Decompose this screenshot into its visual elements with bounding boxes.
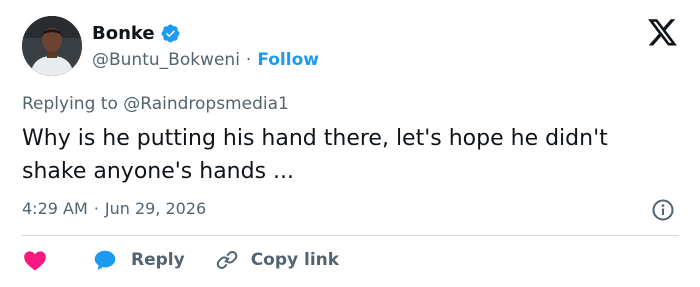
author-handle-row: @Buntu_Bokweni · Follow (92, 49, 319, 71)
tweet-time[interactable]: 4:29 AM (22, 199, 88, 218)
reply-button[interactable]: Reply (92, 247, 185, 273)
x-logo-icon[interactable] (648, 19, 678, 47)
heart-icon (24, 251, 46, 271)
reply-bubble-icon (94, 250, 116, 271)
like-button[interactable] (22, 247, 48, 273)
author-handle[interactable]: @Buntu_Bokweni (92, 50, 240, 70)
avatar[interactable] (22, 16, 82, 76)
link-icon (216, 251, 237, 269)
verified-badge-icon (160, 23, 181, 44)
avatar-image (22, 16, 82, 76)
tweet-meta: 4:29 AM · Jun 29, 2026 (22, 199, 206, 218)
info-icon[interactable] (651, 198, 675, 222)
tweet-text: Why is he putting his hand there, let's … (22, 126, 608, 184)
replying-to-label: Replying to (22, 94, 118, 114)
divider (22, 235, 679, 236)
meta-separator: · (93, 199, 99, 218)
author-name-row: Bonke (92, 20, 181, 46)
follow-button[interactable]: Follow (257, 50, 319, 70)
replying-to-mention[interactable]: @Raindropsmedia1 (123, 94, 289, 114)
action-bar: Reply Copy link (22, 246, 339, 274)
tweet-date[interactable]: Jun 29, 2026 (105, 199, 206, 218)
reply-label: Reply (131, 250, 185, 270)
copy-link-button[interactable]: Copy link (215, 248, 339, 272)
copy-link-label: Copy link (250, 250, 340, 270)
author-name[interactable]: Bonke (92, 23, 155, 44)
replying-to: Replying to @Raindropsmedia1 (22, 94, 289, 114)
handle-separator: · (245, 50, 252, 70)
